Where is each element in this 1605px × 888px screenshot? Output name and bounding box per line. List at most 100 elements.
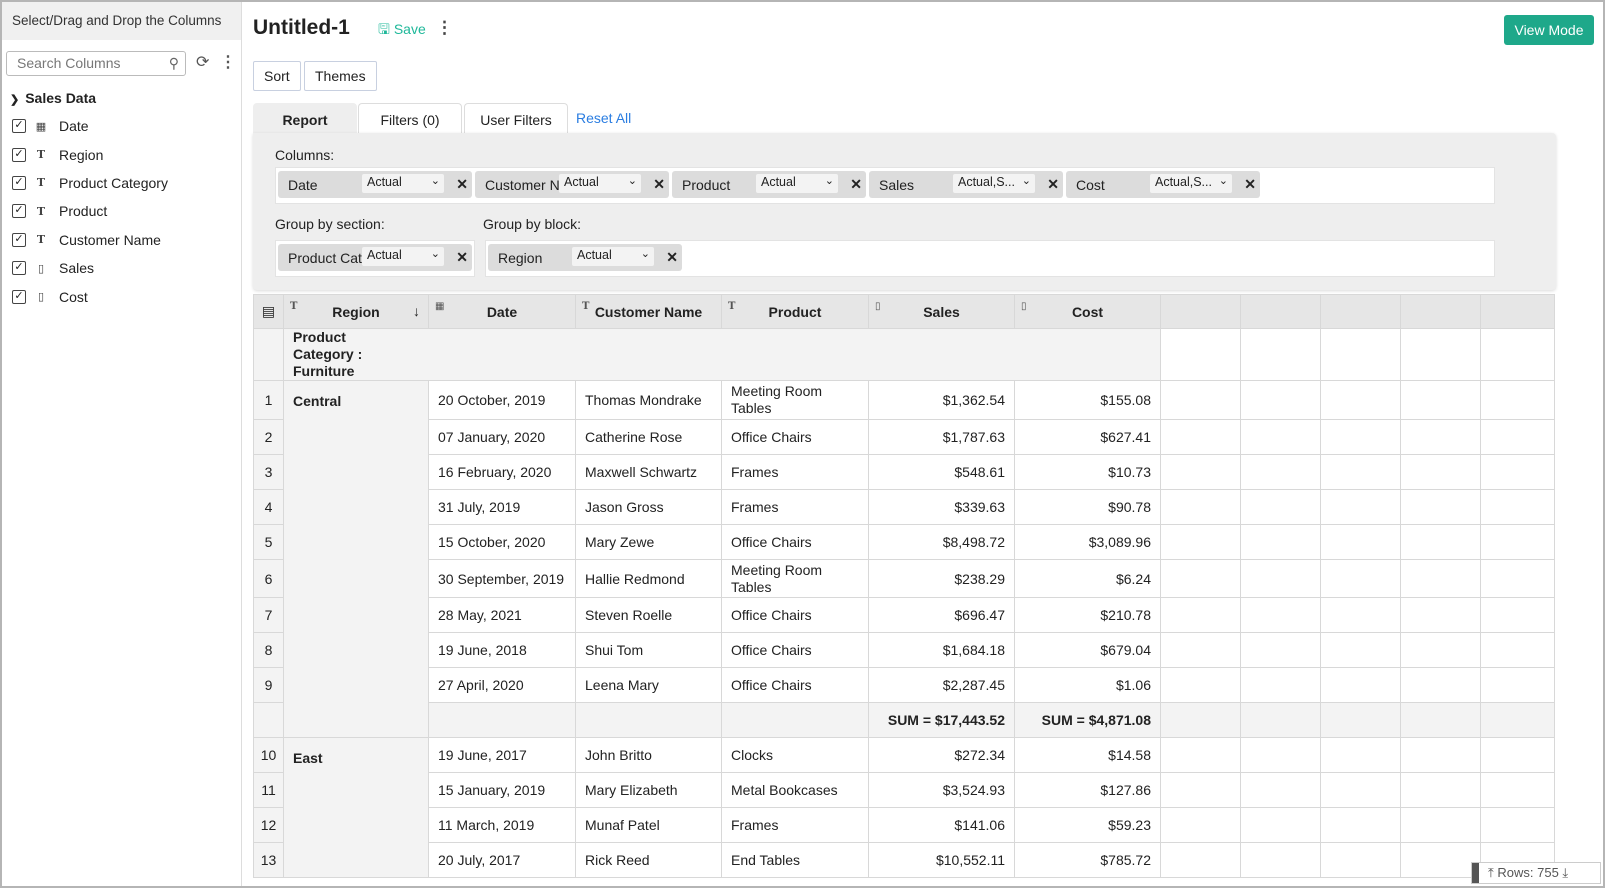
table-row[interactable]: 8 19 June, 2018 Shui Tom Office Chairs $1,68… (253, 632, 1555, 668)
column-header[interactable]: ▯ Sales (868, 294, 1015, 329)
empty-cell (1160, 524, 1241, 560)
grid-settings-icon[interactable]: ▤ (253, 294, 284, 329)
field-item-product[interactable]: ✓ T Product (12, 197, 168, 225)
more-options-icon[interactable]: ⋮ (436, 18, 453, 38)
remove-icon[interactable]: ✕ (666, 249, 678, 266)
field-item-region[interactable]: ✓ T Region (12, 140, 168, 168)
field-item-product-category[interactable]: ✓ T Product Category (12, 169, 168, 197)
aggregation-select[interactable]: Actual ⌄ (559, 174, 641, 193)
group-section-dropzone[interactable]: Product Cat... Actual ⌄ ✕ (275, 240, 475, 277)
checkbox[interactable]: ✓ (12, 119, 26, 134)
report-title[interactable]: Untitled-1 (253, 16, 350, 40)
checkbox[interactable]: ✓ (12, 289, 26, 304)
tab-report[interactable]: Report (253, 103, 357, 135)
column-chip[interactable]: Sales Actual,S... ⌄ ✕ (869, 171, 1063, 198)
product-cell: Office Chairs (721, 597, 869, 633)
field-item-cost[interactable]: ✓ ▯ Cost (12, 282, 168, 310)
empty-header (1160, 294, 1241, 329)
columns-dropzone[interactable]: Date Actual ⌄ ✕ Customer N... Actual ⌄ ✕ Product… (275, 167, 1495, 204)
aggregation-select[interactable]: Actual ⌄ (756, 174, 838, 193)
checkbox[interactable]: ✓ (12, 204, 26, 219)
table-row[interactable]: 3 16 February, 2020 Maxwell Schwartz Frames… (253, 454, 1555, 490)
customer-cell: Munaf Patel (575, 807, 722, 843)
search-columns-input[interactable]: Search Columns ⚲ (6, 51, 186, 76)
remove-icon[interactable]: ✕ (1244, 176, 1256, 193)
table-row[interactable]: 6 30 September, 2019 Hallie Redmond Meeting… (253, 559, 1555, 598)
empty-cell (1400, 454, 1481, 490)
sales-cell: $272.34 (868, 737, 1015, 773)
chip-name: Sales (879, 177, 915, 193)
themes-button[interactable]: Themes (304, 61, 377, 91)
aggregation-select[interactable]: Actual,S... ⌄ (1150, 174, 1232, 193)
remove-icon[interactable]: ✕ (653, 176, 665, 193)
sales-cell: $3,524.93 (868, 772, 1015, 808)
empty-cell (1240, 524, 1321, 560)
column-chip[interactable]: Customer N... Actual ⌄ ✕ (475, 171, 669, 198)
table-row[interactable]: 5 15 October, 2020 Mary Zewe Office Chairs $… (253, 524, 1555, 560)
column-header[interactable]: T Region ↓ (283, 294, 429, 329)
aggregation-value: Actual (761, 175, 796, 189)
chevron-down-icon: ⌄ (824, 175, 834, 187)
group-block-dropzone[interactable]: Region Actual ⌄ ✕ (485, 240, 1495, 277)
table-node-sales-data[interactable]: ❯ Sales Data (10, 90, 96, 106)
field-item-date[interactable]: ✓ ▦ Date (12, 112, 168, 140)
checkbox[interactable]: ✓ (12, 261, 26, 276)
column-chip[interactable]: Region Actual ⌄ ✕ (488, 244, 682, 271)
checkbox[interactable]: ✓ (12, 232, 26, 247)
scroll-top-icon[interactable]: ⤒ (1488, 865, 1494, 880)
table-row[interactable]: 2 07 January, 2020 Catherine Rose Office Ch… (253, 419, 1555, 455)
aggregation-select[interactable]: Actual ⌄ (572, 247, 654, 266)
tab-user-filters[interactable]: User Filters (464, 103, 568, 135)
column-header[interactable]: ▯ Cost (1014, 294, 1161, 329)
table-row[interactable]: 12 11 March, 2019 Munaf Patel Frames $141.06… (253, 807, 1555, 843)
table-row[interactable]: 10 East 19 June, 2017 John Britto Clocks $272… (253, 737, 1555, 878)
checkbox[interactable]: ✓ (12, 147, 26, 162)
reset-all-link[interactable]: Reset All (576, 110, 631, 126)
sales-cell: $10,552.11 (868, 842, 1015, 878)
aggregation-select[interactable]: Actual ⌄ (362, 174, 444, 193)
aggregation-value: Actual (564, 175, 599, 189)
empty-cell (1480, 807, 1555, 843)
column-header[interactable]: ▦ Date (428, 294, 576, 329)
type-icon: T (290, 301, 298, 312)
refresh-icon[interactable]: ⟳ (196, 52, 209, 72)
table-row[interactable]: 13 20 July, 2017 Rick Reed End Tables $10,55… (253, 842, 1555, 878)
currency-type-icon: ▯ (37, 290, 45, 304)
remove-icon[interactable]: ✕ (1047, 176, 1059, 193)
column-header[interactable]: T Product (721, 294, 869, 329)
checkbox[interactable]: ✓ (12, 175, 26, 190)
empty-cell (1320, 842, 1401, 878)
column-header[interactable]: T Customer Name (575, 294, 722, 329)
remove-icon[interactable]: ✕ (456, 249, 468, 266)
collapse-handle[interactable] (1472, 863, 1479, 883)
empty-cell (1320, 772, 1401, 808)
remove-icon[interactable]: ✕ (850, 176, 862, 193)
type-icon: T (728, 301, 736, 312)
save-button[interactable]: 🖫 Save (378, 19, 426, 43)
tab-filters[interactable]: Filters (0) (358, 103, 462, 135)
table-row[interactable]: 7 28 May, 2021 Steven Roelle Office Chairs $… (253, 597, 1555, 633)
view-mode-button[interactable]: View Mode (1504, 15, 1594, 45)
date-type-icon: ▦ (35, 119, 47, 133)
column-chip[interactable]: Product Cat... Actual ⌄ ✕ (278, 244, 472, 271)
empty-cell (1480, 524, 1555, 560)
more-options-icon[interactable]: ⋮ (220, 52, 236, 72)
column-chip[interactable]: Date Actual ⌄ ✕ (278, 171, 472, 198)
aggregation-select[interactable]: Actual,S... ⌄ (953, 174, 1035, 193)
field-list: ✓ ▦ Date ✓ T Region ✓ T Product Category ✓ T Produc… (12, 112, 168, 311)
remove-icon[interactable]: ✕ (456, 176, 468, 193)
sort-desc-icon[interactable]: ↓ (413, 303, 420, 319)
table-row[interactable]: 1 Central 20 October, 2019 Thomas Mondrake M… (253, 380, 1555, 738)
table-row[interactable]: 4 31 July, 2019 Jason Gross Frames $339.63 $9… (253, 489, 1555, 525)
aggregation-select[interactable]: Actual ⌄ (362, 247, 444, 266)
sales-cell: $548.61 (868, 454, 1015, 490)
field-item-customer-name[interactable]: ✓ T Customer Name (12, 226, 168, 254)
table-row[interactable]: 11 15 January, 2019 Mary Elizabeth Metal Bo… (253, 772, 1555, 808)
search-icon: ⚲ (168, 55, 179, 71)
field-item-sales[interactable]: ✓ ▯ Sales (12, 254, 168, 282)
scroll-bottom-icon[interactable]: ⤓ (1562, 865, 1568, 880)
column-chip[interactable]: Cost Actual,S... ⌄ ✕ (1066, 171, 1260, 198)
table-row[interactable]: 9 27 April, 2020 Leena Mary Office Chairs $2… (253, 667, 1555, 703)
column-chip[interactable]: Product Actual ⌄ ✕ (672, 171, 866, 198)
sort-button[interactable]: Sort (253, 61, 301, 91)
